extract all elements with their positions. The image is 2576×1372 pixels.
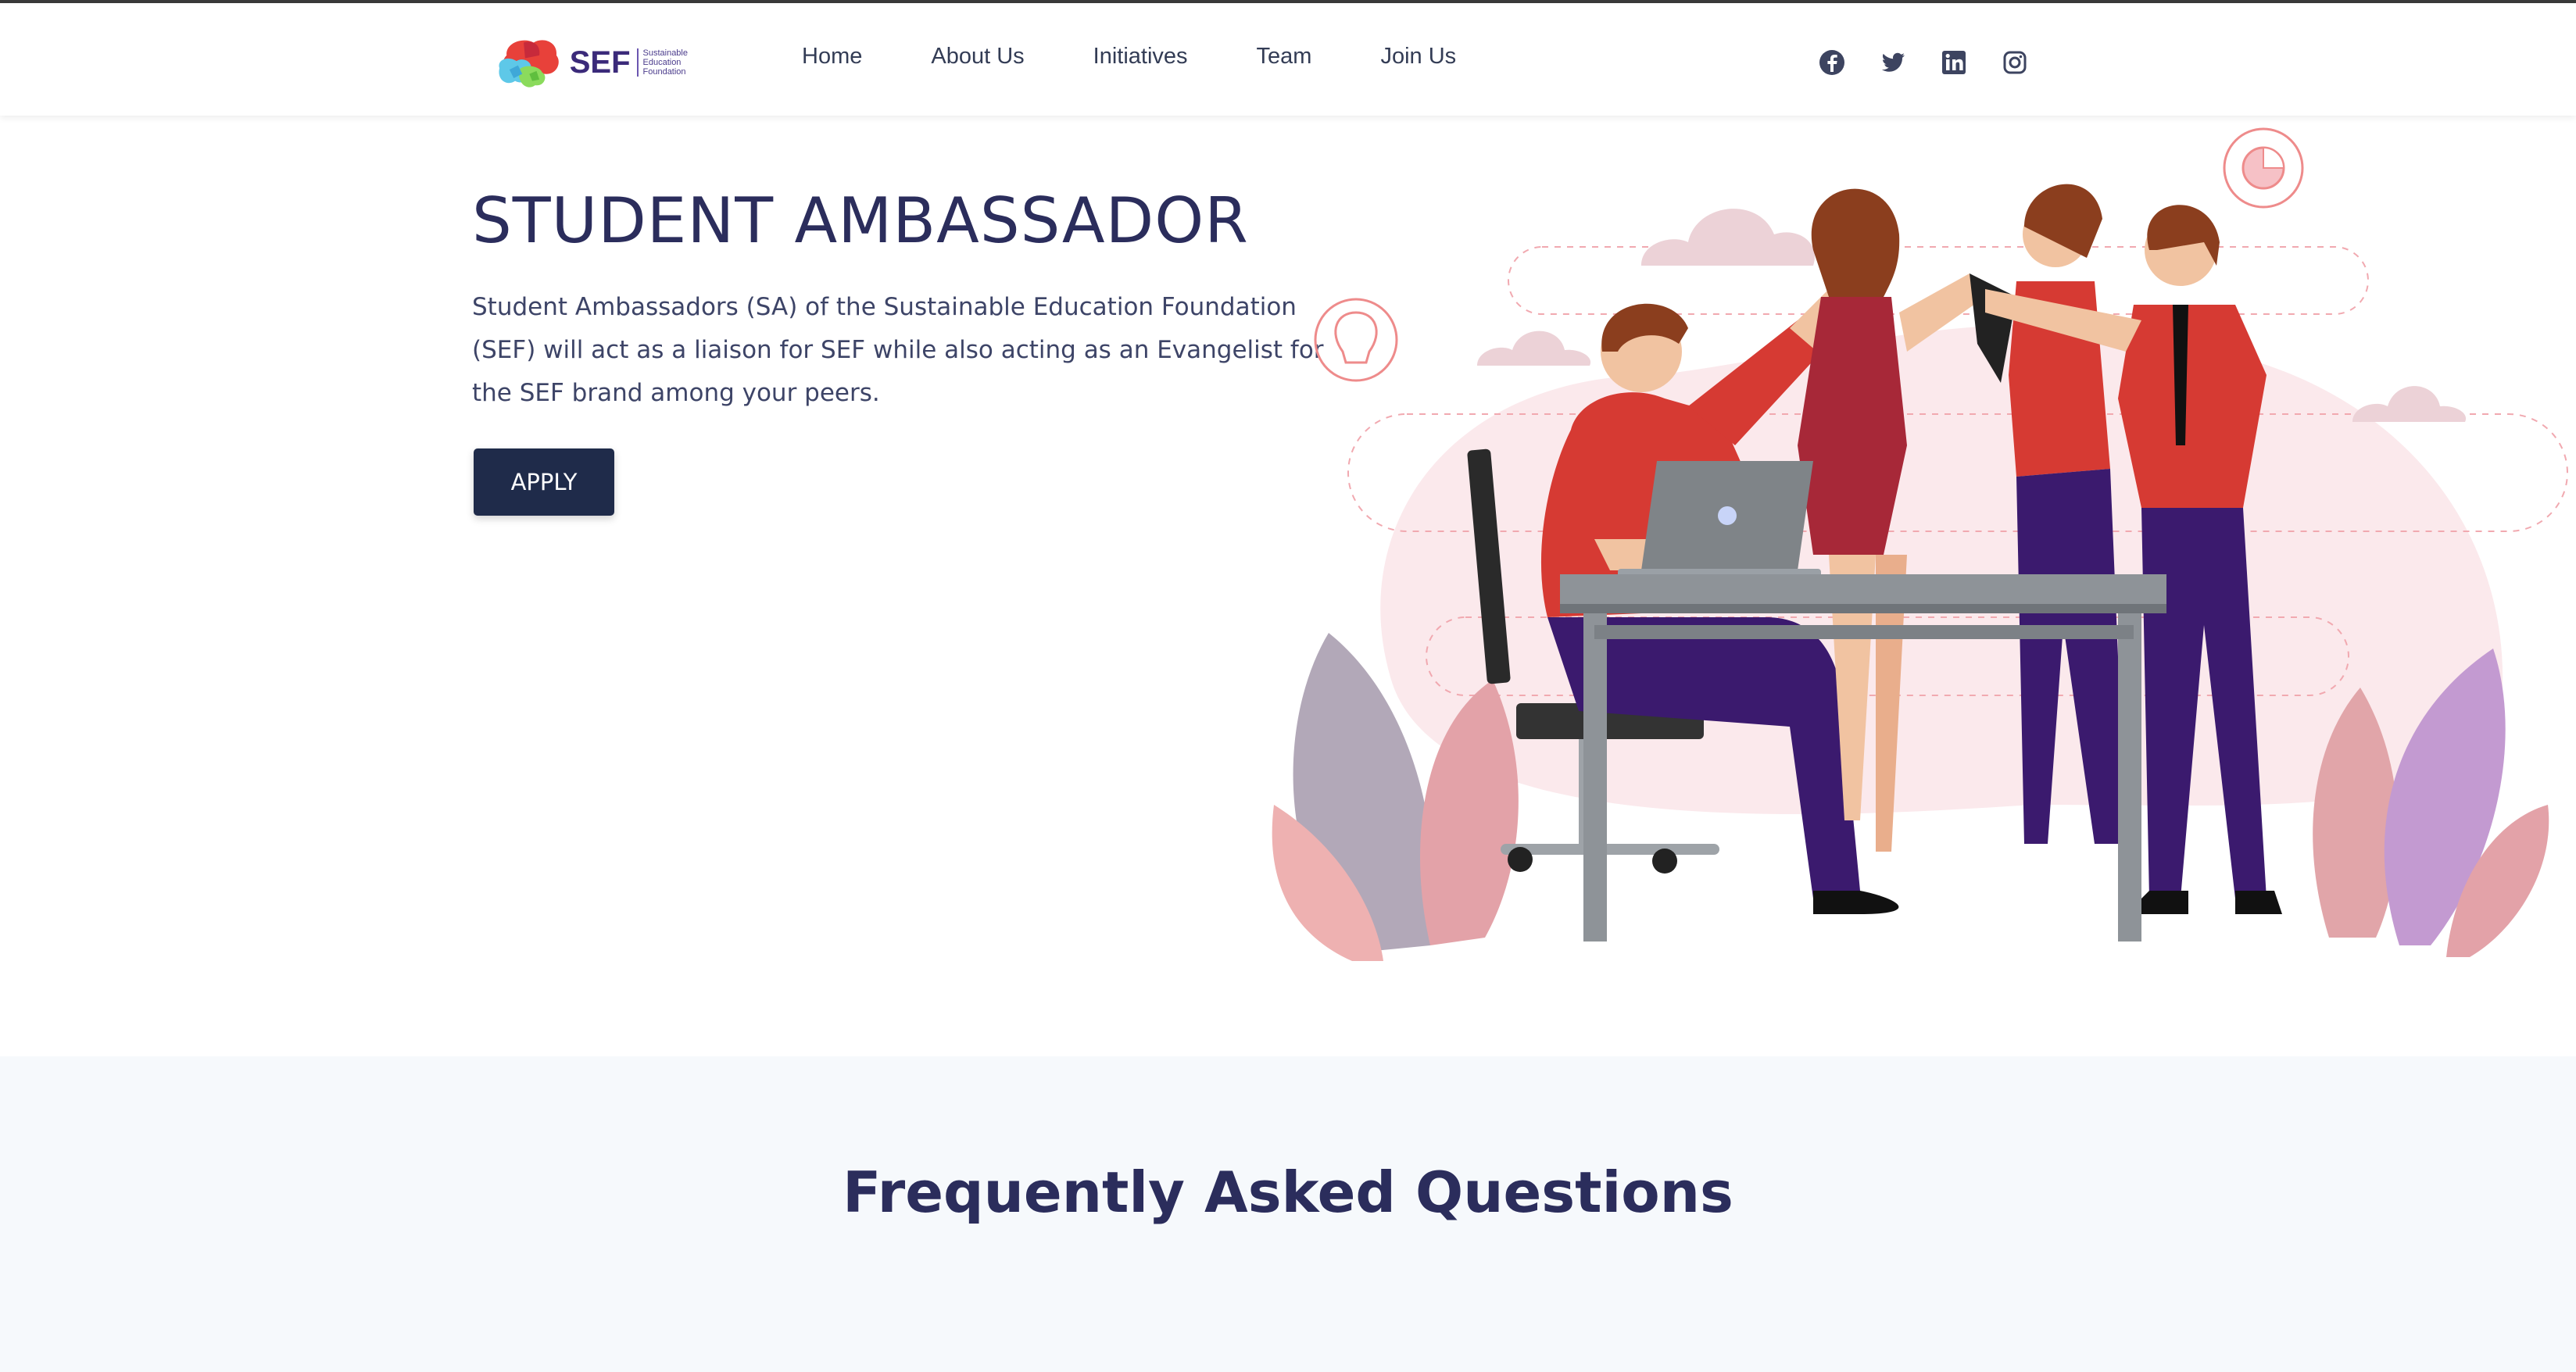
hero-description: Student Ambassadors (SA) of the Sustaina… <box>472 293 1324 407</box>
nav-item-initiatives[interactable]: Initiatives <box>1093 44 1188 70</box>
logo[interactable]: SEF Sustainable Education Foundation <box>492 31 688 94</box>
nav-item-team[interactable]: Team <box>1257 44 1312 70</box>
title-part-2: AMBASSADOR <box>794 184 1249 257</box>
faq-section: Frequently Asked Questions <box>0 1056 2576 1372</box>
nav-item-home[interactable]: Home <box>802 44 862 70</box>
title-part-1: STUDENT <box>472 184 795 257</box>
main-nav: Home About Us Initiatives Team Join Us <box>802 44 1525 70</box>
brand-subtitle: Sustainable Education Foundation <box>636 48 689 77</box>
instagram-icon[interactable] <box>2001 48 2029 77</box>
brand-subtitle-line2: Education <box>642 58 682 67</box>
apply-button[interactable]: APPLY <box>474 448 614 516</box>
brain-logo-icon <box>499 40 559 88</box>
navbar: SEF Sustainable Education Foundation Hom… <box>0 3 2576 116</box>
twitter-icon[interactable] <box>1879 48 1907 77</box>
nav-item-about-us[interactable]: About Us <box>931 44 1024 70</box>
brand-subtitle-line1: Sustainable <box>642 48 689 58</box>
nav-item-join-us[interactable]: Join Us <box>1380 44 1456 70</box>
brand-subtitle-line3: Foundation <box>642 67 686 77</box>
page-title: STUDENT AMBASSADOR <box>472 184 1249 257</box>
social-links <box>1818 48 2062 77</box>
facebook-icon[interactable] <box>1818 48 1846 77</box>
team-high-five-illustration <box>1272 127 2568 961</box>
brand-name: SEF <box>569 45 631 80</box>
faq-title: Frequently Asked Questions <box>843 1159 1733 1225</box>
linkedin-icon[interactable] <box>1940 48 1968 77</box>
